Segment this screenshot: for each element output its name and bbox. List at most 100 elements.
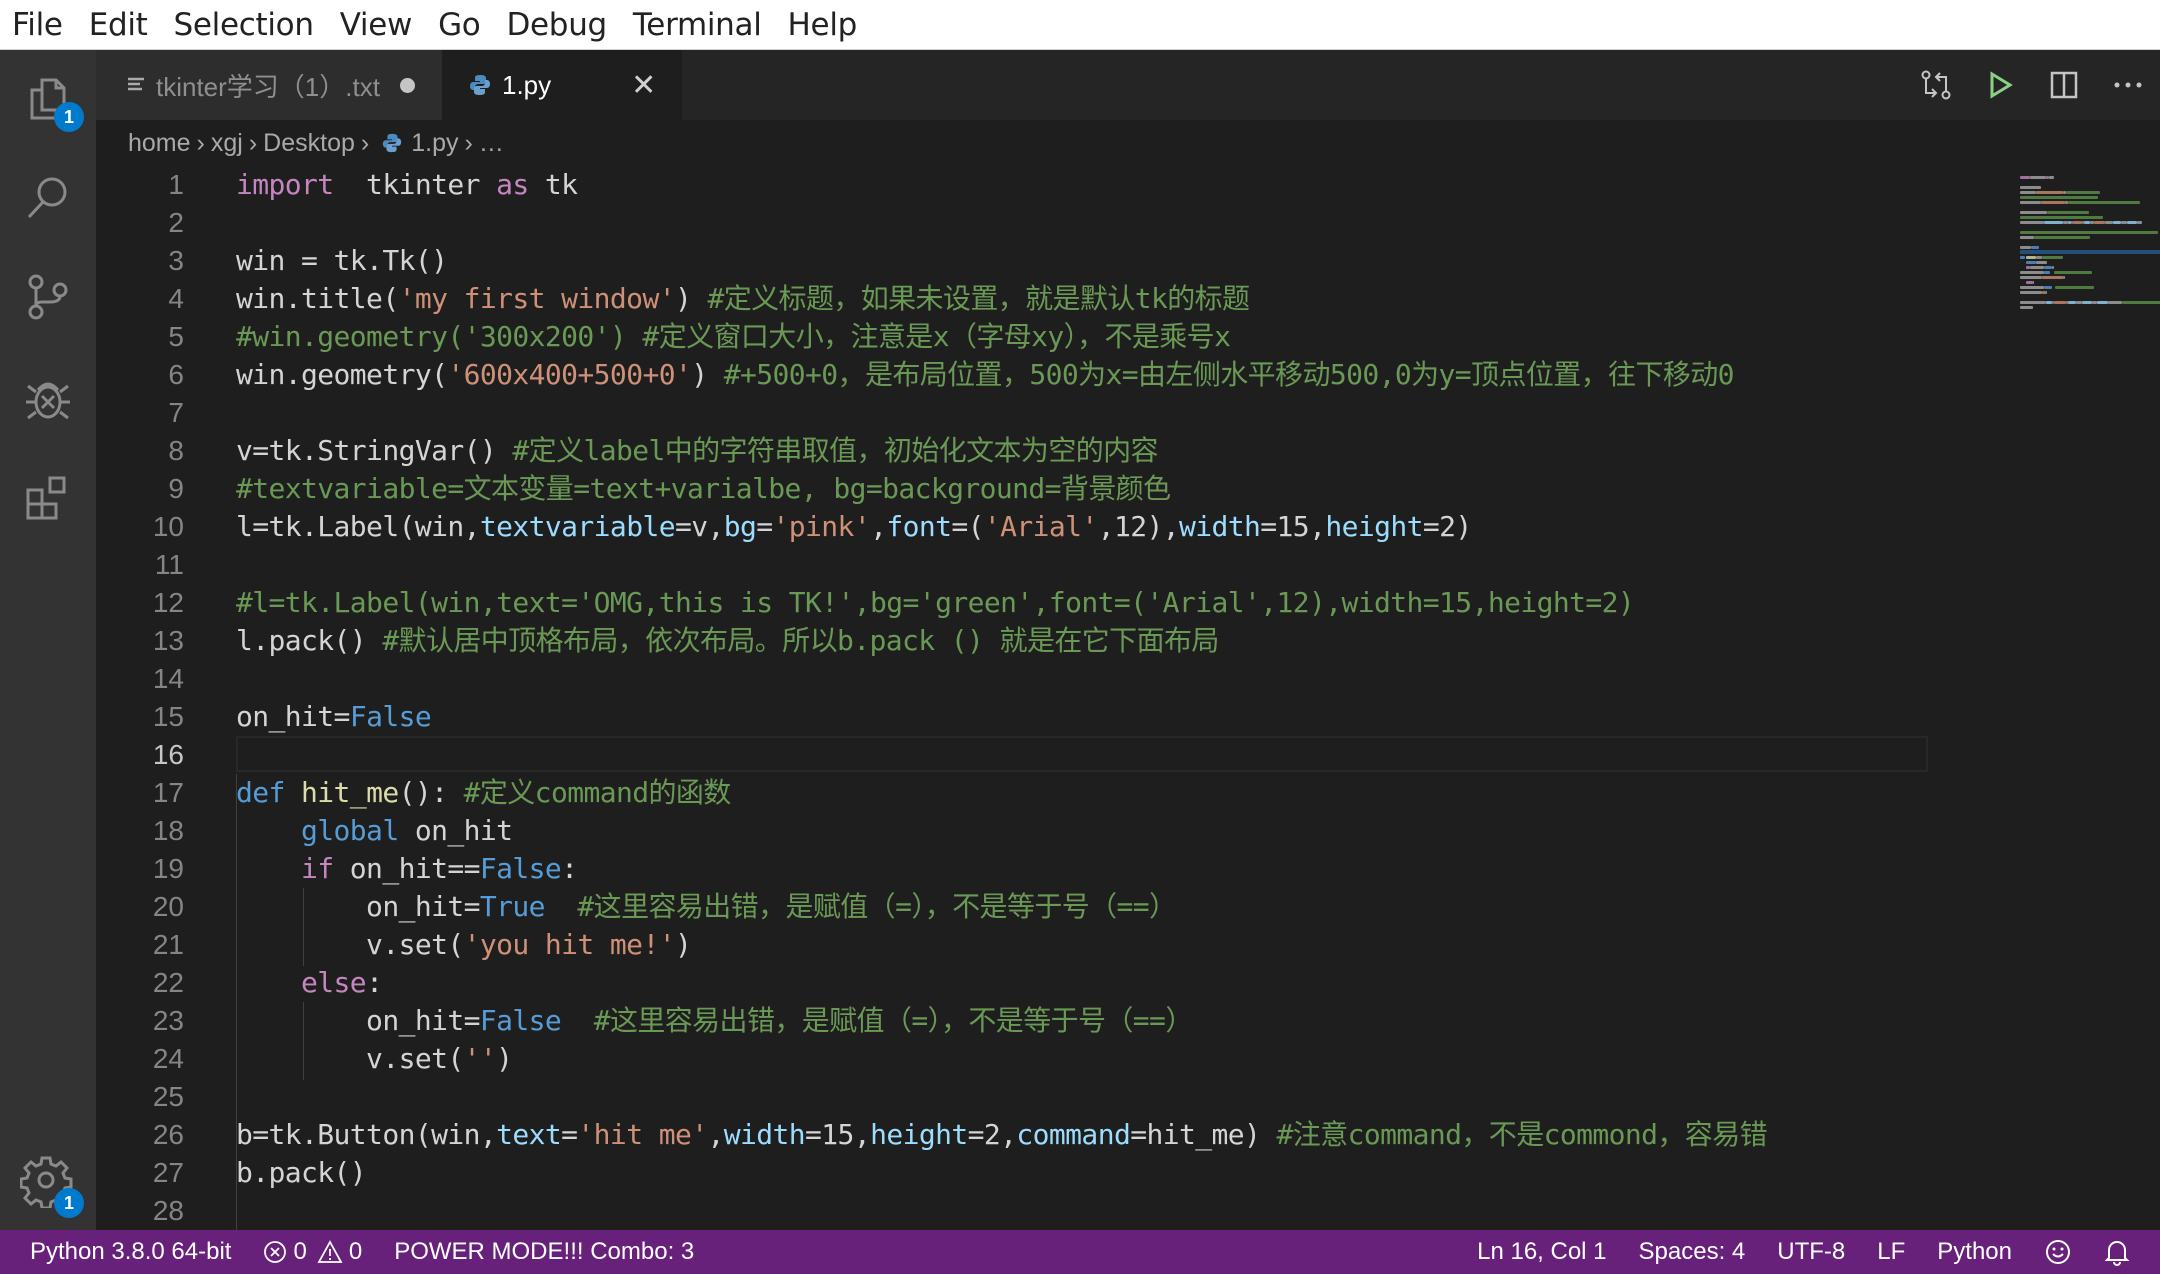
end-of-line[interactable]: LF xyxy=(1861,1230,1921,1274)
code-line[interactable]: 6 win.geometry('600x400+500+0') #+500+0，是… xyxy=(96,356,1936,394)
line-number: 24 xyxy=(152,1043,184,1074)
line-code: win.title('my first window') #定义标题，如果未设置… xyxy=(236,280,1250,318)
code-token: v.set( xyxy=(236,928,464,961)
breadcrumb-home[interactable]: home xyxy=(128,129,191,158)
activity-search[interactable] xyxy=(18,168,78,228)
code-line[interactable]: 26 b=tk.Button(win,text='hit me',width=15… xyxy=(96,1116,1936,1154)
code-token: l.pack() xyxy=(236,624,383,657)
minimap-token xyxy=(2026,281,2033,284)
unsaved-dot-icon[interactable] xyxy=(399,77,415,93)
open-changes-button[interactable] xyxy=(1904,50,1968,120)
code-line[interactable]: 27 b.pack() xyxy=(96,1154,1936,1192)
breadcrumb-file[interactable]: 1.py xyxy=(375,129,458,158)
settings-badge: 1 xyxy=(54,1188,84,1218)
code-line[interactable]: 21 v.set('you hit me!') xyxy=(96,926,1936,964)
menu-debug[interactable]: Debug xyxy=(506,7,607,43)
menu-help[interactable]: Help xyxy=(788,7,858,43)
line-number: 8 xyxy=(168,435,184,466)
problems-indicator[interactable]: 0 0 xyxy=(247,1230,378,1274)
code-token: : xyxy=(366,966,383,999)
line-code: on_hit=False xyxy=(236,698,432,736)
code-line[interactable]: 7 xyxy=(96,394,1936,432)
code-token: win.title( xyxy=(236,282,399,315)
code-line[interactable]: 24 v.set('') xyxy=(96,1040,1936,1078)
code-line[interactable]: 15 on_hit=False xyxy=(96,698,1936,736)
line-code: def hit_me(): #定义command的函数 xyxy=(236,774,731,812)
more-actions-icon xyxy=(2114,82,2142,88)
debug-icon xyxy=(26,382,70,420)
code-editor[interactable]: 1 import tkinter as tk 2 3 win = tk.Tk() 4 win… xyxy=(96,166,2160,1230)
code-line[interactable]: 22 else: xyxy=(96,964,1936,1002)
code-line[interactable]: 19 if on_hit==False: xyxy=(96,850,1936,888)
line-code: l=tk.Label(win,textvariable=v,bg='pink',… xyxy=(236,508,1472,546)
breadcrumb-symbols[interactable]: … xyxy=(479,129,504,158)
menu-go[interactable]: Go xyxy=(438,7,481,43)
bell-icon xyxy=(2104,1241,2130,1266)
menu-edit[interactable]: Edit xyxy=(89,7,148,43)
code-line[interactable]: 10 l=tk.Label(win,textvariable=v,bg='pink… xyxy=(96,508,1936,546)
line-code: #win.geometry('300x200') #定义窗口大小，注意是x（字母… xyxy=(236,318,1231,356)
encoding[interactable]: UTF-8 xyxy=(1761,1230,1861,1274)
run-button[interactable] xyxy=(1968,50,2032,120)
line-number: 23 xyxy=(152,1005,184,1036)
activity-extensions[interactable] xyxy=(18,468,78,528)
code-token: #l=tk.Label(win,text='OMG,this is TK!',b… xyxy=(236,586,1635,619)
code-line[interactable]: 3 win = tk.Tk() xyxy=(96,242,1936,280)
minimap-token xyxy=(2020,271,2044,274)
indentation[interactable]: Spaces: 4 xyxy=(1623,1230,1762,1274)
code-line[interactable]: 12 #l=tk.Label(win,text='OMG,this is TK!'… xyxy=(96,584,1936,622)
breadcrumb-desktop[interactable]: Desktop xyxy=(263,129,355,158)
activity-explorer[interactable]: 1 xyxy=(18,70,84,132)
code-line[interactable]: 18 global on_hit xyxy=(96,812,1936,850)
line-code: win = tk.Tk() xyxy=(236,242,448,280)
code-line[interactable]: 2 xyxy=(96,204,1936,242)
minimap-token xyxy=(2020,176,2030,179)
minimap-token xyxy=(2020,201,2041,204)
more-actions-button[interactable] xyxy=(2096,50,2160,120)
code-token: #win.geometry('300x200') #定义窗口大小，注意是x（字母… xyxy=(236,320,1231,353)
minimap[interactable] xyxy=(2020,166,2160,1230)
code-line[interactable]: 8 v=tk.StringVar() #定义label中的字符串取值，初始化文本为… xyxy=(96,432,1936,470)
line-code: #l=tk.Label(win,text='OMG,this is TK!',b… xyxy=(236,584,1635,622)
menu-terminal[interactable]: Terminal xyxy=(633,7,762,43)
minimap-token xyxy=(2020,236,2035,239)
minimap-token xyxy=(2020,301,2046,304)
breadcrumb-xgj[interactable]: xgj xyxy=(211,129,243,158)
close-tab-icon[interactable]: ✕ xyxy=(631,68,656,103)
tab-tkinter-txt[interactable]: tkinter学习（1）.txt xyxy=(96,50,442,120)
code-line[interactable]: 1 import tkinter as tk xyxy=(96,166,1936,204)
code-line[interactable]: 16 xyxy=(96,736,1936,774)
activity-settings[interactable]: 1 xyxy=(18,1150,84,1218)
python-interpreter[interactable]: Python 3.8.0 64-bit xyxy=(14,1230,247,1274)
minimap-token xyxy=(2063,276,2065,279)
code-line[interactable]: 5 #win.geometry('300x200') #定义窗口大小，注意是x（字… xyxy=(96,318,1936,356)
line-number: 16 xyxy=(152,739,184,770)
power-mode-status[interactable]: POWER MODE!!! Combo: 3 xyxy=(378,1230,710,1274)
minimap-token xyxy=(2068,301,2076,304)
code-line[interactable]: 20 on_hit=True #这里容易出错，是赋值（=），不是等于号（==） xyxy=(96,888,1936,926)
activity-source-control[interactable] xyxy=(18,268,78,328)
code-line[interactable]: 13 l.pack() #默认居中顶格布局，依次布局。所以b.pack () 就是… xyxy=(96,622,1936,660)
code-line[interactable]: 9 #textvariable=文本变量=text+varialbe, bg=ba… xyxy=(96,470,1936,508)
split-editor-button[interactable] xyxy=(2032,50,2096,120)
code-line[interactable]: 14 xyxy=(96,660,1936,698)
line-code: v=tk.StringVar() #定义label中的字符串取值，初始化文本为空… xyxy=(236,432,1159,470)
code-token: #textvariable=文本变量=text+varialbe, bg=bac… xyxy=(236,472,1171,505)
menu-file[interactable]: File xyxy=(12,7,63,43)
menu-selection[interactable]: Selection xyxy=(174,7,314,43)
code-line[interactable]: 25 xyxy=(96,1078,1936,1116)
feedback-button[interactable] xyxy=(2028,1230,2088,1274)
code-line[interactable]: 23 on_hit=False #这里容易出错，是赋值（=），不是等于号（==） xyxy=(96,1002,1936,1040)
code-token: #这里容易出错，是赋值（=），不是等于号（==） xyxy=(577,890,1177,923)
tab-1-py[interactable]: 1.py ✕ xyxy=(442,50,682,120)
code-line[interactable]: 28 xyxy=(96,1192,1936,1230)
code-line[interactable]: 11 xyxy=(96,546,1936,584)
activity-debug[interactable] xyxy=(18,368,78,428)
menu-view[interactable]: View xyxy=(340,7,413,43)
notifications-button[interactable] xyxy=(2088,1230,2146,1274)
cursor-position[interactable]: Ln 16, Col 1 xyxy=(1461,1230,1622,1274)
code-line[interactable]: 4 win.title('my first window') #定义标题，如果未设… xyxy=(96,280,1936,318)
language-mode[interactable]: Python xyxy=(1921,1230,2028,1274)
minimap-token xyxy=(2122,301,2160,304)
code-line[interactable]: 17 def hit_me(): #定义command的函数 xyxy=(96,774,1936,812)
